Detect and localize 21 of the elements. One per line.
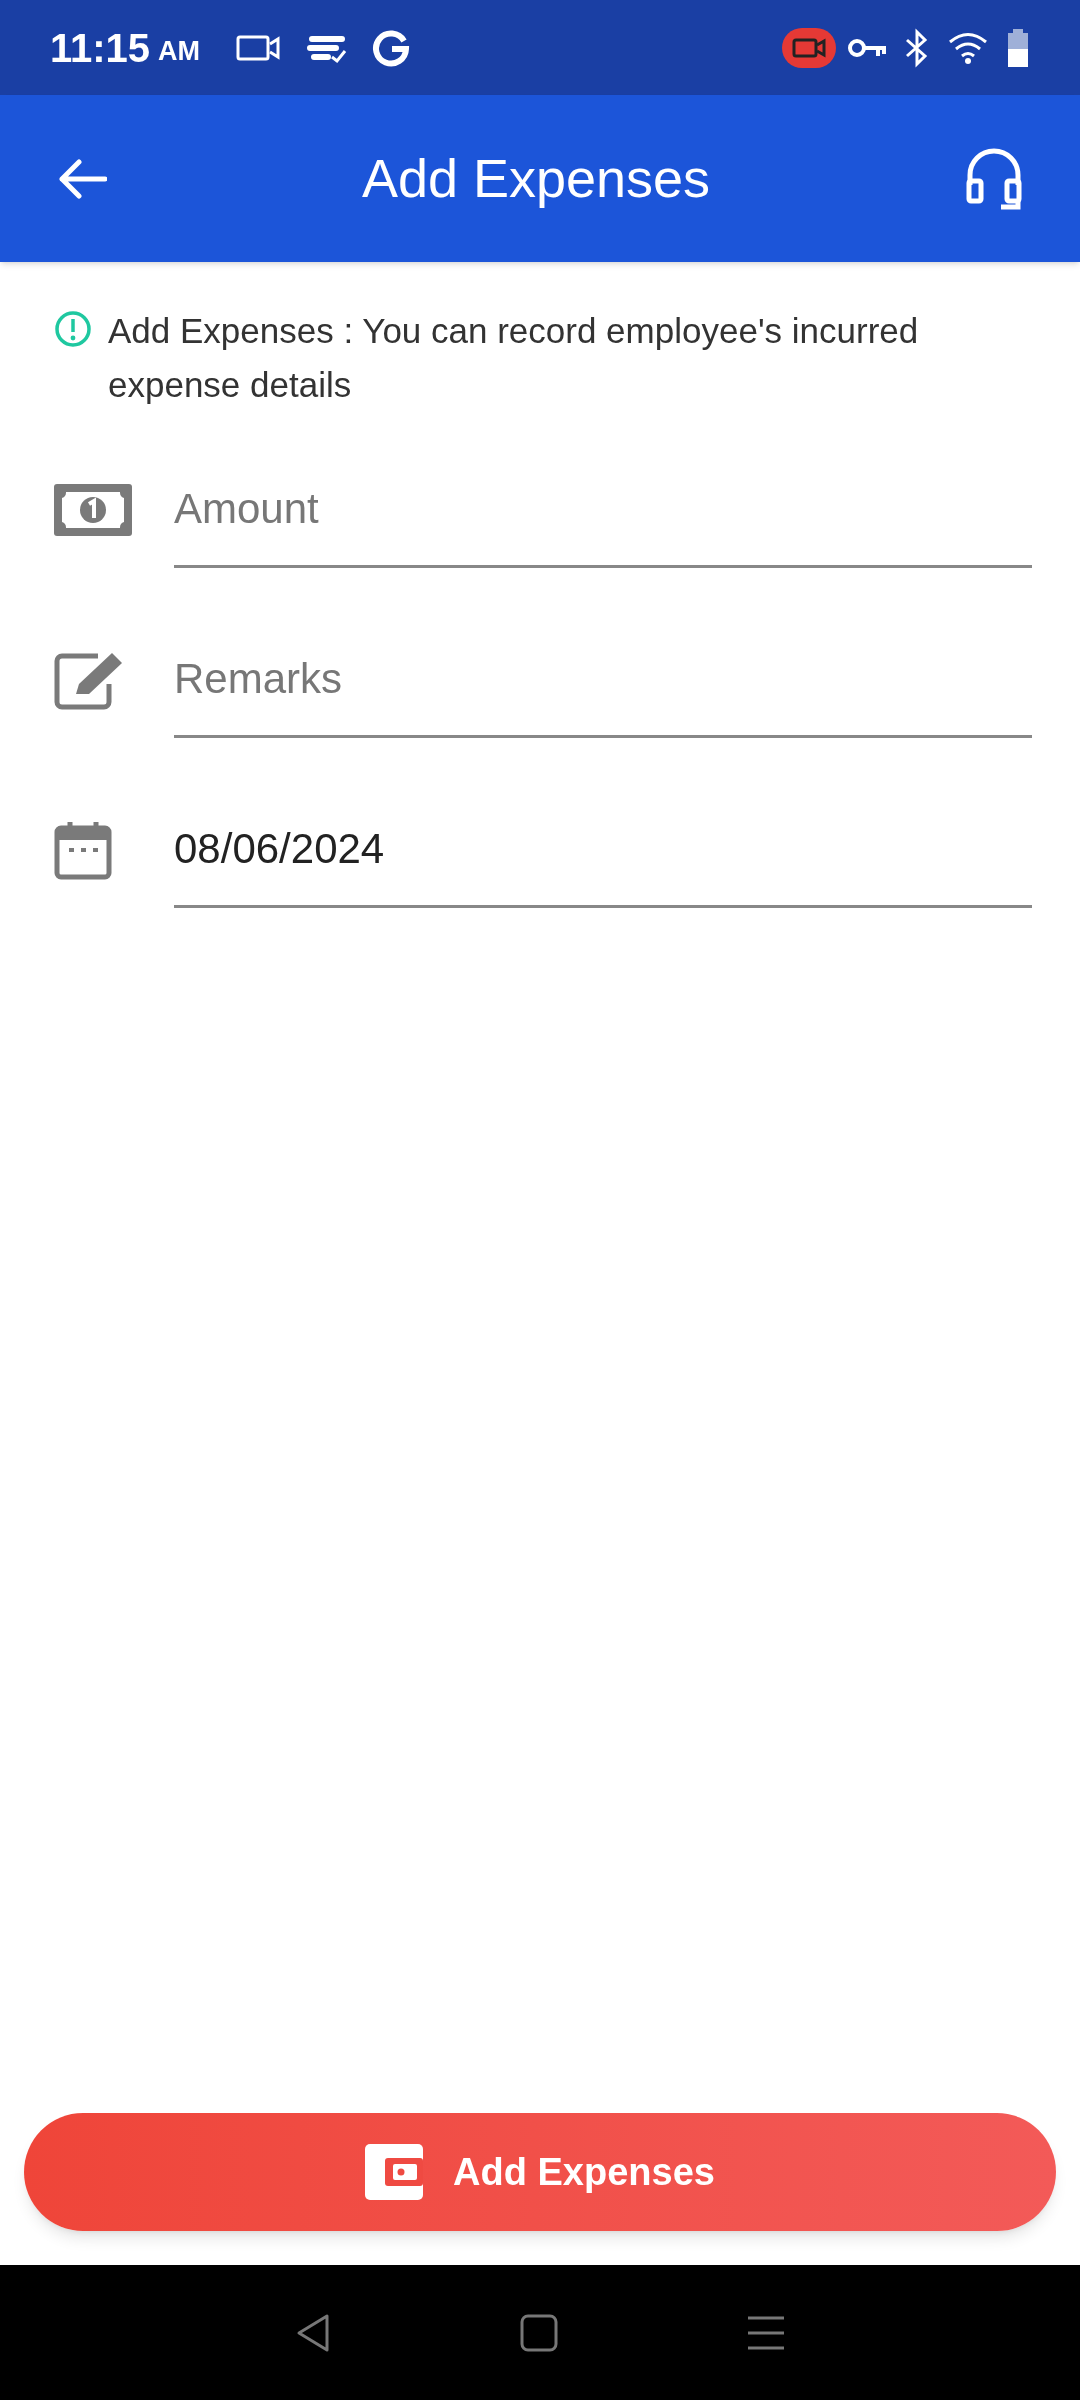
remarks-field[interactable]: Remarks	[174, 622, 1032, 738]
banknote-icon	[54, 484, 132, 536]
nav-home-icon[interactable]	[520, 2313, 558, 2352]
amount-field[interactable]: Amount	[174, 452, 1032, 568]
back-arrow-icon	[57, 158, 107, 199]
calendar-icon	[54, 820, 112, 880]
screen-record-icon	[782, 27, 836, 68]
nav-menu-icon[interactable]	[747, 2314, 786, 2351]
page-title: Add Expenses	[361, 147, 711, 210]
google-icon	[372, 28, 411, 67]
date-field[interactable]: 08/06/2024	[174, 792, 1032, 908]
wallet-icon	[365, 2144, 424, 2200]
battery-icon	[1006, 28, 1030, 67]
wifi-icon	[948, 30, 988, 65]
video-icon	[236, 33, 281, 62]
info-icon	[54, 310, 92, 348]
status-meridiem: AM	[158, 35, 201, 69]
add-expenses-button[interactable]: Add Expenses	[24, 2113, 1056, 2231]
headset-icon	[965, 146, 1023, 211]
status-time: 11:15	[50, 24, 151, 72]
info-text: Add Expenses : You can record employee's incurred expense details	[108, 310, 920, 406]
